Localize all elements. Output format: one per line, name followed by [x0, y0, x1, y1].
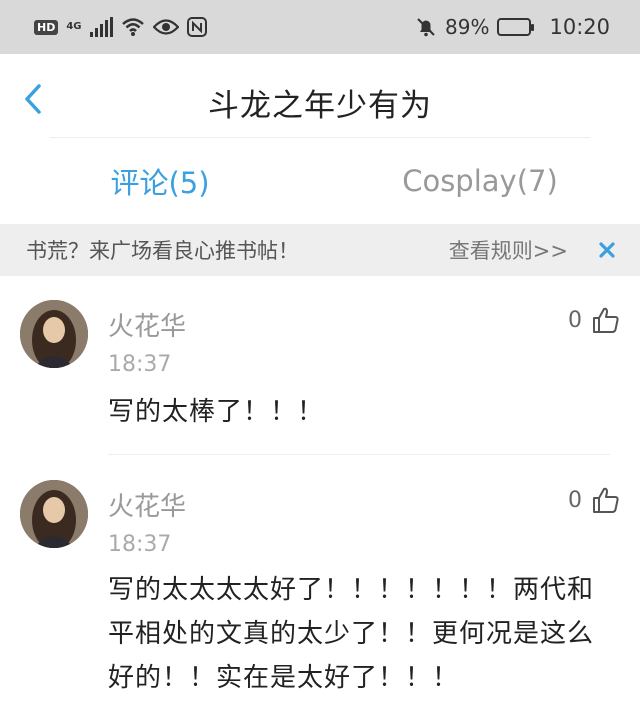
comment-time: 18:37	[108, 352, 172, 377]
comment-divider	[108, 454, 610, 455]
tab-cosplay[interactable]: Cosplay(7)	[320, 138, 640, 224]
like-count: 0	[568, 307, 582, 333]
comment-item: 火花华 18:37 0 写的太太太太好了！！！！！！！两代和平相处的文真的太少了…	[0, 456, 640, 725]
mute-bell-icon	[417, 18, 435, 37]
like-button[interactable]: 0	[568, 306, 620, 334]
comment-time: 18:37	[108, 532, 172, 557]
tab-comments[interactable]: 评论(5)	[0, 138, 320, 224]
clock: 10:20	[549, 15, 610, 39]
comment-author[interactable]: 火花华	[108, 486, 186, 523]
tab-bar: 评论(5) Cosplay(7)	[0, 138, 640, 224]
status-bar: HD 4G 89% 10:20	[0, 0, 640, 54]
comment-body: 写的太棒了！！！	[108, 397, 325, 427]
status-right: 89% 10:20	[415, 15, 610, 39]
page-title: 斗龙之年少有为	[208, 88, 432, 124]
like-button[interactable]: 0	[568, 486, 620, 514]
nfc-icon	[186, 17, 207, 37]
close-icon[interactable]	[598, 241, 616, 259]
battery-percent: 89%	[445, 15, 490, 39]
status-left: HD 4G	[34, 17, 207, 37]
nav-header: 斗龙之年少有为	[0, 54, 640, 138]
avatar[interactable]	[20, 300, 88, 368]
avatar-image	[20, 300, 88, 368]
thumbs-up-icon	[593, 307, 619, 333]
signal-icon	[89, 17, 113, 37]
like-count: 0	[568, 487, 582, 513]
thumbs-up-icon	[593, 487, 619, 513]
hd-icon: HD	[34, 19, 59, 35]
view-rules-link[interactable]: 查看规则>>	[449, 235, 568, 265]
battery-icon	[497, 18, 535, 36]
eye-icon	[152, 19, 179, 35]
comment-item: 火花华 18:37 0 写的太棒了！！！	[0, 276, 640, 456]
notice-text: 书荒？来广场看良心推书帖！	[26, 239, 299, 263]
comment-body: 写的太太太太好了！！！！！！！两代和平相处的文真的太少了！！更何况是这么好的！！…	[108, 575, 595, 693]
comment-author[interactable]: 火花华	[108, 306, 186, 343]
network-type-label: 4G	[66, 21, 82, 32]
avatar-image	[20, 480, 88, 548]
wifi-icon	[121, 18, 144, 36]
avatar[interactable]	[20, 480, 88, 548]
notice-banner: 书荒？来广场看良心推书帖！ 查看规则>>	[0, 224, 640, 276]
